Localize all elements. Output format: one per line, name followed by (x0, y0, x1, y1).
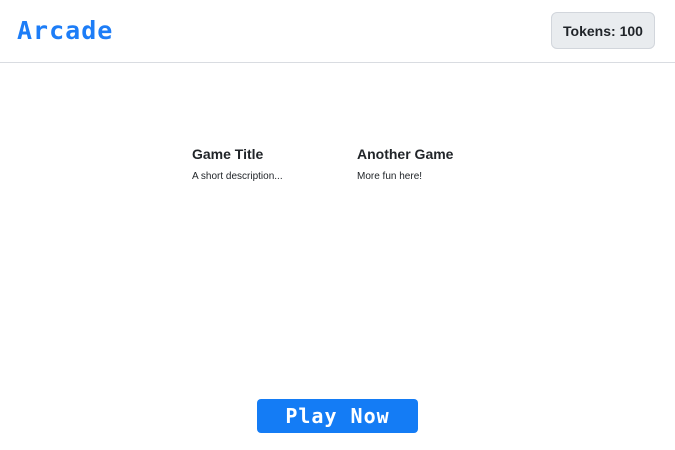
game-card-1[interactable]: Game Title A short description... (192, 145, 332, 183)
game-title-2: Another Game (357, 146, 454, 162)
arcade-logo[interactable]: Arcade (17, 17, 113, 45)
game-card-2[interactable]: Another Game More fun here! (357, 145, 497, 183)
game-title-1: Game Title (192, 146, 264, 162)
game-description-2: More fun here! (357, 171, 423, 182)
token-balance-badge: Tokens: 100 (551, 12, 655, 49)
play-now-button[interactable]: Play Now (257, 399, 418, 433)
arcade-page: Arcade Tokens: 100 Game Title A short de… (0, 0, 675, 450)
game-description-1: A short description... (192, 171, 283, 182)
top-header: Arcade Tokens: 100 (0, 0, 675, 63)
